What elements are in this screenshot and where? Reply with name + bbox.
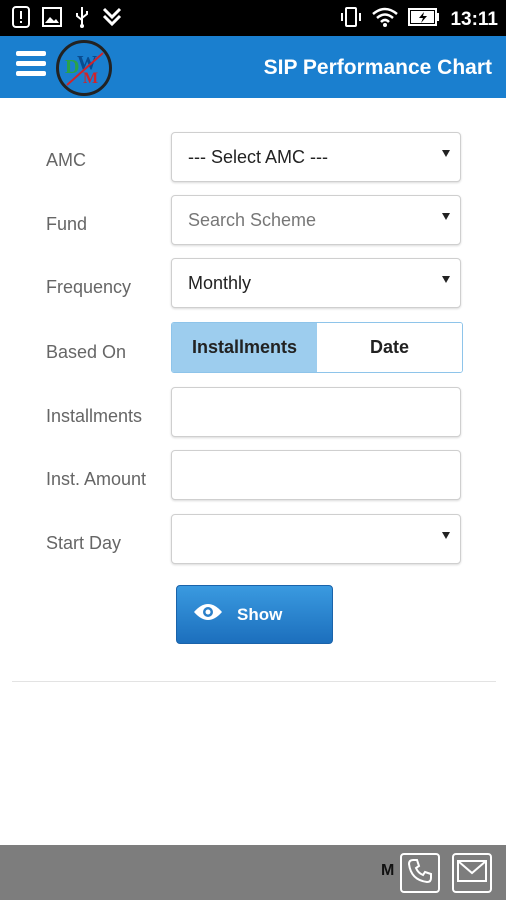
start-day-label: Start Day bbox=[46, 533, 122, 553]
fund-search-select[interactable]: Search Scheme bbox=[171, 195, 461, 245]
battery-icon bbox=[408, 8, 440, 31]
svg-text:M: M bbox=[83, 70, 98, 87]
inst-amount-input[interactable] bbox=[171, 450, 461, 500]
installments-label: Installments bbox=[46, 406, 143, 426]
frequency-label: Frequency bbox=[46, 277, 132, 297]
image-icon bbox=[42, 7, 62, 32]
page-title: SIP Performance Chart bbox=[263, 56, 492, 79]
chevron-down-icon bbox=[442, 213, 450, 220]
based-on-date-option[interactable]: Date bbox=[317, 323, 462, 372]
mail-button[interactable] bbox=[452, 853, 492, 893]
chevron-down-icon bbox=[442, 276, 450, 283]
fund-label: Fund bbox=[46, 214, 88, 234]
amc-label: AMC bbox=[46, 150, 86, 170]
phone-button[interactable] bbox=[400, 853, 440, 893]
vibrate-icon bbox=[340, 6, 362, 33]
amc-select-value: --- Select AMC --- bbox=[188, 147, 329, 167]
frequency-select-value: Monthly bbox=[188, 273, 252, 293]
app-logo: D W M bbox=[56, 40, 112, 96]
footer-bar: M bbox=[0, 845, 506, 900]
based-on-installments-option[interactable]: Installments bbox=[172, 323, 317, 372]
based-on-toggle: Installments Date bbox=[171, 322, 463, 373]
status-bar: 13:11 bbox=[0, 0, 506, 36]
chevron-down-icon bbox=[442, 532, 450, 539]
frequency-select[interactable]: Monthly bbox=[171, 258, 461, 308]
inst-amount-label: Inst. Amount bbox=[46, 469, 147, 489]
clock-time: 13:11 bbox=[450, 8, 498, 30]
divider bbox=[12, 681, 496, 682]
fund-search-placeholder: Search Scheme bbox=[188, 210, 317, 230]
app-screen: 13:11 D W M SIP Performance Chart AMC --… bbox=[0, 0, 506, 900]
mail-icon bbox=[457, 859, 487, 887]
alert-icon bbox=[12, 6, 30, 33]
wifi-icon bbox=[372, 7, 399, 32]
phone-icon bbox=[407, 858, 433, 889]
app-bar: D W M SIP Performance Chart bbox=[0, 36, 506, 98]
amc-select[interactable]: --- Select AMC --- bbox=[171, 132, 461, 182]
show-button-label: Show bbox=[237, 604, 283, 624]
start-day-select[interactable] bbox=[171, 514, 461, 564]
based-on-label: Based On bbox=[46, 342, 127, 362]
installments-input[interactable] bbox=[171, 387, 461, 437]
eye-icon bbox=[193, 602, 223, 627]
usb-icon bbox=[74, 6, 90, 33]
show-button[interactable]: Show bbox=[176, 585, 333, 644]
footer-text: M bbox=[381, 862, 395, 879]
hamburger-menu-icon[interactable] bbox=[16, 51, 46, 81]
chevron-down-icon bbox=[442, 150, 450, 157]
download-icon bbox=[102, 7, 122, 32]
